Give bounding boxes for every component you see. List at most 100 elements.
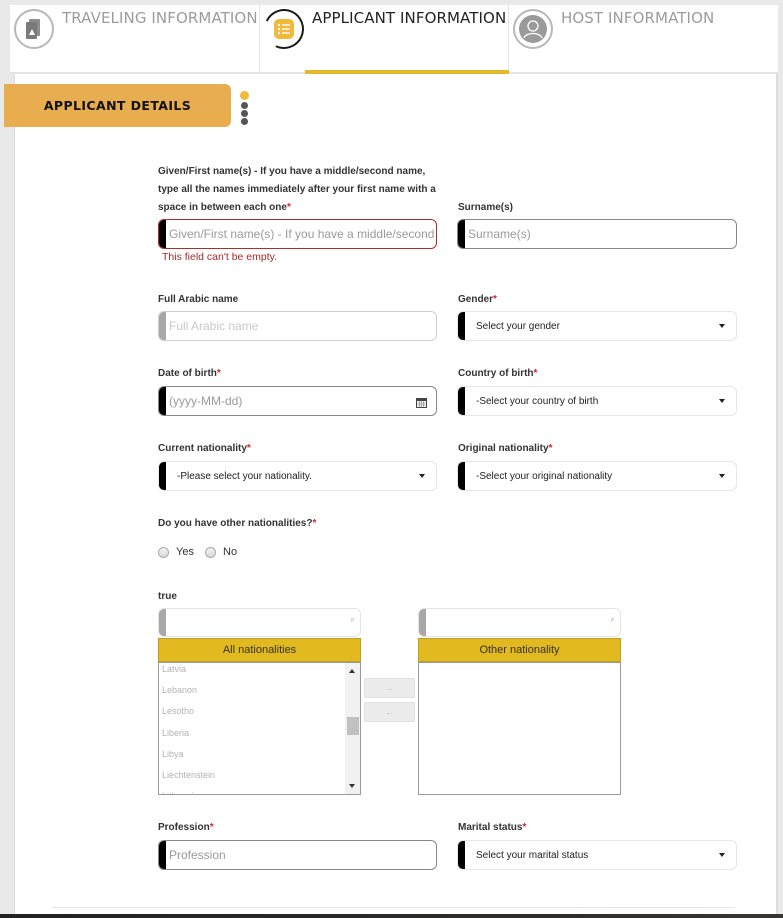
selected-value: -Please select your nationality. <box>177 470 312 482</box>
chevron-down-icon <box>419 474 425 478</box>
country-of-birth-label: Country of birth* <box>458 365 537 383</box>
required-marker: * <box>246 443 251 454</box>
list-scrollbar[interactable] <box>345 663 360 794</box>
arabic-name-label: Full Arabic name <box>158 291 238 309</box>
radio-label: No <box>223 546 238 558</box>
list-item[interactable]: Lesotho <box>162 706 194 716</box>
input-accent-bar <box>458 462 465 490</box>
placeholder: (yyyy-MM-dd) <box>169 394 243 408</box>
input-accent-bar <box>458 220 465 248</box>
wizard-tabs: TRAVELING INFORMATION APPLICANT INFORMAT… <box>10 3 778 74</box>
radio-circle[interactable] <box>158 546 169 558</box>
country-of-birth-select[interactable]: -Select your country of birth <box>457 386 737 416</box>
list-item[interactable]: Lebanon <box>162 685 197 695</box>
input-accent-bar <box>159 462 166 490</box>
required-marker: * <box>312 518 317 529</box>
required-marker: * <box>493 294 497 305</box>
dob-label: Date of birth* <box>158 365 221 383</box>
current-nationality-label: Current nationality* <box>158 440 251 458</box>
input-accent-bar <box>458 387 465 415</box>
tab-host-information[interactable]: HOST INFORMATION <box>509 5 778 72</box>
all-nationalities-list[interactable]: Latvia Lebanon Lesotho Liberia Libya Lie… <box>158 662 361 795</box>
selected-value: Select your gender <box>476 320 560 332</box>
scroll-up-arrow-icon[interactable] <box>349 669 355 673</box>
tab-applicant-information[interactable]: APPLICANT INFORMATION <box>258 3 509 74</box>
section-progress-dots <box>240 91 251 126</box>
progress-dot <box>241 102 248 109</box>
progress-dot <box>241 118 248 125</box>
label-text: Current nationality <box>158 443 247 454</box>
chevron-down-icon <box>719 399 725 403</box>
other-nationality-search[interactable]: ⌕ <box>418 608 621 637</box>
input-accent-bar <box>458 841 465 869</box>
label-text: Original nationality <box>458 443 549 454</box>
list-item[interactable]: Liberia <box>162 728 189 738</box>
given-name-error: This field can't be empty. <box>162 251 278 263</box>
required-marker: * <box>533 368 538 379</box>
input-accent-bar <box>419 609 426 636</box>
required-marker: * <box>548 443 553 454</box>
selected-value: -Select your country of birth <box>476 395 599 407</box>
gender-select[interactable]: Select your gender <box>457 311 737 341</box>
search-icon: ⌕ <box>609 614 615 624</box>
input-accent-bar <box>159 387 166 415</box>
other-nationality-list[interactable] <box>418 662 621 795</box>
marital-status-label: Marital status* <box>458 819 526 837</box>
label-text: Date of birth <box>158 368 217 379</box>
search-icon: ⌕ <box>349 614 355 624</box>
list-icon <box>258 3 310 55</box>
radio-yes[interactable]: Yes <box>158 546 194 558</box>
profession-input[interactable]: Profession <box>158 840 437 870</box>
list-item[interactable]: Latvia <box>162 664 186 674</box>
original-nationality-select[interactable]: -Select your original nationality <box>457 461 737 491</box>
gender-label: Gender* <box>458 291 497 309</box>
chevron-down-icon <box>719 853 725 857</box>
arabic-name-input[interactable]: Full Arabic name <box>158 311 437 341</box>
list-item[interactable]: Liechtenstein <box>162 770 215 780</box>
radio-circle[interactable] <box>205 546 216 558</box>
input-accent-bar <box>159 609 166 636</box>
required-marker: * <box>209 822 214 833</box>
label-text: Surname(s) <box>458 202 514 213</box>
tab-label: APPLICANT INFORMATION <box>312 9 507 27</box>
placeholder: Given/First name(s) - If you have a midd… <box>169 227 436 241</box>
required-marker: * <box>522 822 527 833</box>
dob-input[interactable]: (yyyy-MM-dd) <box>158 386 437 416</box>
placeholder: Profession <box>169 848 226 862</box>
label-text: Gender <box>458 294 494 305</box>
given-name-input[interactable]: Given/First name(s) - If you have a midd… <box>158 219 437 249</box>
tab-traveling-information[interactable]: TRAVELING INFORMATION <box>10 5 260 72</box>
all-nationalities-header: All nationalities <box>158 638 361 662</box>
list-item[interactable]: Lithuania <box>162 791 199 794</box>
move-left-button[interactable]: ← <box>364 702 415 722</box>
label-text: Country of birth <box>458 368 534 379</box>
chevron-down-icon <box>719 324 725 328</box>
tab-label: TRAVELING INFORMATION <box>62 9 258 27</box>
other-nationality-header: Other nationality <box>418 638 621 662</box>
label-text: Profession <box>158 822 210 833</box>
radio-no[interactable]: No <box>205 546 237 558</box>
scroll-down-arrow-icon[interactable] <box>349 784 355 788</box>
calendar-icon[interactable] <box>416 395 427 413</box>
list-item[interactable]: Libya <box>162 749 184 759</box>
all-nationalities-search[interactable]: ⌕ <box>158 608 361 637</box>
surname-input[interactable]: Surname(s) <box>457 219 737 249</box>
move-right-button[interactable]: → <box>364 678 415 698</box>
section-divider <box>52 907 735 908</box>
marital-status-select[interactable]: Select your marital status <box>457 840 737 870</box>
passport-icon <box>14 9 54 49</box>
label-text: Full Arabic name <box>158 294 239 305</box>
progress-dot <box>241 110 248 117</box>
other-nationalities-label: Do you have other nationalities?* <box>158 515 316 533</box>
dual-list-label: true <box>158 588 177 606</box>
progress-dot-active <box>240 91 249 100</box>
surname-label: Surname(s) <box>458 199 513 217</box>
profession-label: Profession* <box>158 819 214 837</box>
bottom-edge <box>0 914 783 918</box>
placeholder: Full Arabic name <box>169 319 259 333</box>
current-nationality-select[interactable]: -Please select your nationality. <box>158 461 437 491</box>
input-accent-bar <box>159 220 166 248</box>
selected-value: Select your marital status <box>476 849 589 861</box>
scroll-thumb[interactable] <box>347 717 359 735</box>
selected-value: -Select your original nationality <box>476 470 613 482</box>
